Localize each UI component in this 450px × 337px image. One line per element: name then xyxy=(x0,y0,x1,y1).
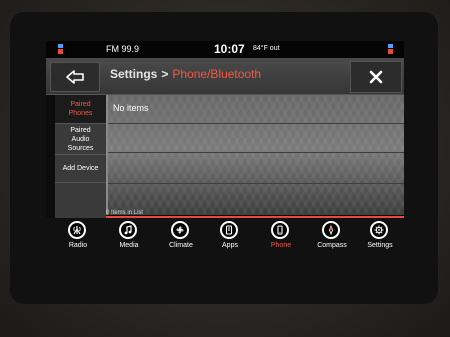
climate-icon xyxy=(171,221,189,239)
sidebar-item-paired-audio-sources[interactable]: Paired Audio Sources xyxy=(55,124,106,155)
settings-icon xyxy=(370,221,388,239)
back-arrow-icon xyxy=(66,70,84,84)
nav-radio[interactable]: Radio xyxy=(54,219,102,256)
radio-station: FM 99.9 xyxy=(106,44,140,54)
list-divider xyxy=(108,152,404,153)
breadcrumb-separator: > xyxy=(161,67,169,81)
back-button[interactable] xyxy=(50,62,100,92)
media-icon xyxy=(119,221,137,239)
compass-icon xyxy=(322,221,340,239)
sidebar-empty-slot xyxy=(55,183,106,219)
empty-list-text: No items xyxy=(113,103,149,113)
signal-indicator-icon xyxy=(58,44,63,54)
breadcrumb: Settings > Phone/Bluetooth xyxy=(110,67,261,81)
close-icon xyxy=(369,70,383,84)
bottom-nav: Radio Media Climate Apps Phone Compass S… xyxy=(46,218,404,257)
status-bar: FM 99.9 10:07 84°F out xyxy=(46,41,404,58)
nav-compass[interactable]: Compass xyxy=(308,219,356,256)
sidebar-item-label: Add Device xyxy=(62,165,99,172)
nav-label: Apps xyxy=(222,242,238,249)
breadcrumb-parent[interactable]: Settings xyxy=(110,67,157,81)
close-button[interactable] xyxy=(350,61,402,93)
sidebar-item-paired-phones[interactable]: Paired Phones xyxy=(55,95,106,124)
sidebar-item-label: Paired Phones xyxy=(68,101,93,117)
nav-phone[interactable]: Phone xyxy=(257,219,305,256)
sidebar-item-add-device[interactable]: Add Device xyxy=(55,155,106,183)
radio-icon xyxy=(68,221,86,239)
list-item: No items xyxy=(108,95,404,124)
apps-icon xyxy=(220,221,238,239)
nav-apps[interactable]: Apps xyxy=(206,219,254,256)
page-title: Phone/Bluetooth xyxy=(172,67,262,81)
nav-label: Radio xyxy=(68,242,88,249)
outside-temperature: 84°F out xyxy=(253,45,280,52)
nav-label: Phone xyxy=(270,242,292,249)
nav-media[interactable]: Media xyxy=(105,219,153,256)
nav-label: Climate xyxy=(169,242,193,249)
nav-climate[interactable]: Climate xyxy=(157,219,205,256)
clock: 10:07 xyxy=(214,42,245,56)
list-divider xyxy=(108,183,404,184)
phone-icon xyxy=(271,221,289,239)
nav-settings[interactable]: Settings xyxy=(356,219,404,256)
sidebar-item-label: Paired Audio Sources xyxy=(67,126,94,152)
bluetooth-indicator-icon xyxy=(388,44,393,54)
sidebar: Paired Phones Paired Audio Sources Add D… xyxy=(55,95,106,219)
nav-label: Media xyxy=(119,242,139,249)
device-list: No items xyxy=(106,95,404,215)
nav-label: Settings xyxy=(367,242,393,249)
header-bar: Settings > Phone/Bluetooth xyxy=(46,58,404,95)
infotainment-screen: FM 99.9 10:07 84°F out Settings > Phone/Bl… xyxy=(46,41,404,257)
nav-label: Compass xyxy=(317,242,347,249)
